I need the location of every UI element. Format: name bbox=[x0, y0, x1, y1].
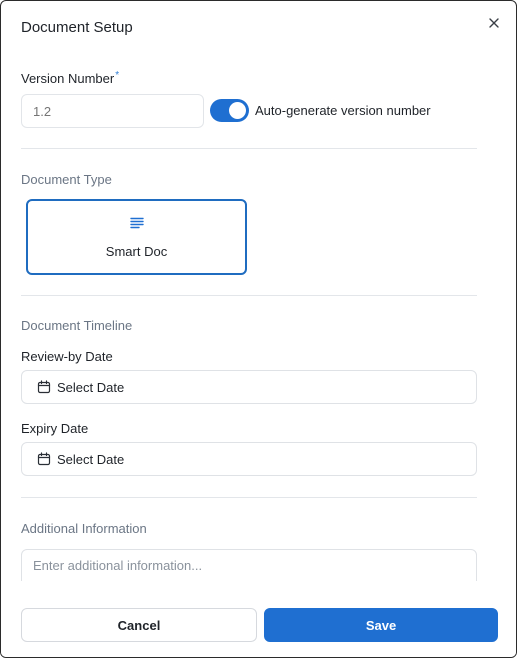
expiry-date-picker[interactable]: Select Date bbox=[21, 442, 477, 476]
additional-information-input[interactable] bbox=[21, 549, 477, 581]
divider bbox=[21, 148, 477, 149]
auto-generate-toggle[interactable] bbox=[210, 99, 249, 122]
dialog-footer: Cancel Save bbox=[1, 581, 516, 657]
document-setup-dialog: Document Setup Version Number* Auto-gene… bbox=[0, 0, 517, 658]
version-number-label: Version Number* bbox=[21, 70, 120, 86]
expiry-date-label: Expiry Date bbox=[21, 421, 89, 436]
toggle-knob bbox=[229, 102, 246, 119]
document-timeline-title: Document Timeline bbox=[21, 318, 133, 333]
required-mark: * bbox=[115, 70, 120, 81]
expiry-date-value: Select Date bbox=[57, 452, 125, 467]
auto-generate-label: Auto-generate version number bbox=[255, 103, 431, 118]
review-by-date-label: Review-by Date bbox=[21, 349, 113, 364]
calendar-icon bbox=[37, 380, 51, 394]
additional-information-title: Additional Information bbox=[21, 521, 147, 536]
review-by-date-picker[interactable]: Select Date bbox=[21, 370, 477, 404]
save-button[interactable]: Save bbox=[264, 608, 498, 642]
review-by-date-value: Select Date bbox=[57, 380, 125, 395]
calendar-icon bbox=[37, 452, 51, 466]
document-type-option-smart-doc[interactable]: Smart Doc bbox=[26, 199, 247, 275]
text-lines-icon bbox=[130, 217, 144, 229]
document-type-title: Document Type bbox=[21, 172, 112, 187]
dialog-body[interactable]: Version Number* Auto-generate version nu… bbox=[1, 1, 516, 581]
divider bbox=[21, 295, 477, 296]
divider bbox=[21, 497, 477, 498]
version-number-input[interactable] bbox=[21, 94, 204, 128]
cancel-button[interactable]: Cancel bbox=[21, 608, 257, 642]
document-type-label: Smart Doc bbox=[105, 244, 168, 259]
